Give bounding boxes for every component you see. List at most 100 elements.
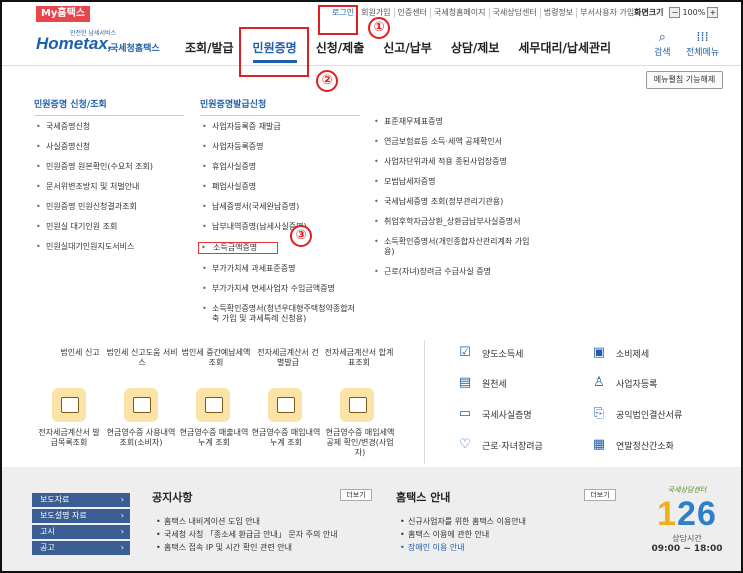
menu-item[interactable]: 문서위변조방지 및 처벌안내 [34, 182, 184, 192]
nav-inquiry[interactable]: 조회/발급 [185, 39, 234, 63]
certificate-icon: ▭ [458, 406, 472, 421]
menu-item[interactable]: 납부내역증명(납세사실증명) [200, 222, 360, 232]
quick-link-public-corp[interactable]: ⎘ 공익법인결산서류 [590, 406, 682, 422]
search-button[interactable]: ⌕ 검색 [654, 30, 671, 58]
menu-item[interactable]: 민원실 대기인원 조회 [34, 222, 184, 232]
search-label: 검색 [654, 48, 671, 58]
menu-item[interactable]: 표준재무제표증명 [372, 117, 532, 127]
nav-report-pay[interactable]: 신고/납부 [383, 39, 432, 63]
menu-item[interactable]: 모범납세자증명 [372, 177, 532, 187]
receipt-icon[interactable] [124, 388, 158, 422]
quick-link-fact-certificate[interactable]: ▭ 국세사실증명 [456, 406, 532, 422]
service-label[interactable]: 법인세 신고 [50, 348, 110, 358]
press-explanation-link[interactable]: 보도설명 자료 [32, 509, 130, 523]
press-release-link[interactable]: 보도자료 [32, 493, 130, 507]
menu-item[interactable]: 납세증명서(국세완납증명) [200, 202, 360, 212]
e-invoice-icon[interactable] [52, 388, 86, 422]
menu-column-issue-more: 표준재무제표증명 연금보험료등 소득·세액 공제확인서 사업자단위과세 적용 종… [372, 117, 532, 287]
notice-more-button[interactable]: 더보기 [340, 489, 372, 501]
receipt-icon[interactable] [340, 388, 374, 422]
press-list: 보도자료 보도설명 자료 고시 공고 [32, 493, 130, 557]
service-label[interactable]: 법인세 중간예납세액 조회 [178, 348, 254, 368]
nav-consult[interactable]: 상담/제보 [451, 39, 500, 63]
service-label[interactable]: 현금영수증 사용내역조회(소비자) [105, 428, 177, 448]
my-hometax-tab[interactable]: My홈택스 [36, 6, 90, 22]
service-label[interactable]: 법인세 신고도움 서비스 [106, 348, 178, 368]
quick-link-withholding[interactable]: ▤ 원천세 [456, 375, 507, 391]
menu-item[interactable]: 휴업사실증명 [200, 162, 360, 172]
quick-link-label: 소비제세 [616, 349, 650, 360]
service-label[interactable]: 전자세금계산서 건별발급 [254, 348, 322, 368]
quick-link-consumption-tax[interactable]: ▣ 소비제세 [590, 345, 649, 361]
law-info-link[interactable]: 법령정보 [541, 8, 578, 18]
annotation-number-2: ② [316, 70, 338, 92]
menu-item[interactable]: 국세증명신청 [34, 122, 184, 132]
quick-link-year-end[interactable]: ▦ 연말정산간소화 [590, 437, 674, 453]
service-label[interactable]: 전자세금계산서 발급목록조회 [36, 428, 102, 448]
column-title: 민원증명 신청/조회 [34, 97, 184, 116]
nav-apply-submit[interactable]: 신청/제출 [316, 39, 365, 63]
menu-item[interactable]: 근로(자녀)장려금 수급사실 증명 [372, 267, 532, 277]
notice-link[interactable]: 고시 [32, 525, 130, 539]
announcement-link[interactable]: 공고 [32, 541, 130, 555]
zoom-value: 100% [682, 8, 706, 17]
person-icon: ♙ [593, 375, 605, 390]
menu-item[interactable]: 민원실대기인원지도서비스 [34, 242, 184, 252]
menu-item[interactable]: 사업자등록증 재발급 [200, 122, 360, 132]
guide-more-button[interactable]: 더보기 [584, 489, 616, 501]
all-menu-button[interactable]: ⁞⁞⁞ 전체메뉴 [686, 30, 719, 58]
screen-size-control: 화면크기 − 100% + [634, 7, 720, 18]
menu-item[interactable]: 소득확인증명서(개인종합자산관리계좌 가입용) [372, 237, 532, 257]
consult-hours: 09:00 ~ 18:00 [651, 544, 723, 554]
notice-item[interactable]: 홈택스 내비게이션 도입 안내 [156, 515, 338, 528]
menu-lock-button[interactable]: 메뉴펼침 기능해제 [646, 71, 723, 89]
consult-center-link[interactable]: 국세상담센터 [490, 8, 541, 18]
zoom-in-button[interactable]: + [707, 7, 719, 18]
guide-item[interactable]: 장애인 이용 안내 [400, 541, 526, 554]
document-icon: ▤ [458, 375, 472, 390]
nts-homepage-link[interactable]: 국세청홈페이지 [431, 8, 490, 18]
quick-link-business-registration[interactable]: ♙ 사업자등록 [590, 375, 657, 391]
guide-item[interactable]: 신규사업자를 위한 홈택스 이용안내 [400, 515, 526, 528]
quick-link-label: 양도소득세 [482, 349, 524, 360]
menu-item[interactable]: 폐업사실증명 [200, 182, 360, 192]
menu-item[interactable]: 민원증명 민원신청결과조회 [34, 202, 184, 212]
menu-item[interactable]: 민원증명 원본확인(수요처 조회) [34, 162, 184, 172]
hometax-logo[interactable]: 안전한 납세서비스 Hometax, 국세청홈택스 [34, 30, 164, 58]
clipboard-icon: ⎘ [593, 406, 605, 421]
quick-link-label: 공익법인결산서류 [616, 410, 683, 421]
guide-box: 홈택스 안내 더보기 신규사업자를 위한 홈택스 이용안내 홈택스 이용에 관한… [396, 489, 616, 554]
guide-item[interactable]: 홈택스 이용에 관한 안내 [400, 528, 526, 541]
notice-item[interactable]: 국세청 사칭 「종소세 환급금 안내」 문자 주의 안내 [156, 528, 338, 541]
quick-link-transfer-tax[interactable]: ☑ 양도소득세 [456, 345, 523, 361]
receipt-icon[interactable] [196, 388, 230, 422]
menu-item[interactable]: 연금보험료등 소득·세액 공제확인서 [372, 137, 532, 147]
receipt-icon[interactable] [268, 388, 302, 422]
consult-number-part: 1 [657, 495, 678, 533]
menu-item-income-certificate[interactable]: 소득금액증명 [198, 242, 278, 254]
menu-item[interactable]: 사실증명신청 [34, 142, 184, 152]
consult-center: 국세상담센터 126 상담시간 09:00 ~ 18:00 [647, 485, 727, 554]
menu-item[interactable]: 사업자등록증명 [200, 142, 360, 152]
consult-center-number: 126 [647, 495, 727, 533]
heart-icon: ♡ [459, 437, 471, 452]
service-label[interactable]: 현금영수증 매입세액공제 확인/변경(사업자) [322, 428, 398, 458]
annotation-box-nav [239, 27, 309, 77]
menu-item[interactable]: 사업자단위과세 적용 종된사업장증명 [372, 157, 532, 167]
menu-item[interactable]: 국세납세증명 조회(정부관리기관용) [372, 197, 532, 207]
menu-item[interactable]: 소득확인증명서(청년우대형주택청약종합저축 가입 및 과세특례 신청용) [200, 304, 360, 324]
menu-item[interactable]: 부가가치세 과세표준증명 [200, 264, 360, 274]
menu-item[interactable]: 취업후학자금상환_상환금납부사실증명서 [372, 217, 532, 227]
search-icon: ⌕ [658, 30, 666, 45]
menu-item[interactable]: 부가가치세 면세사업자 수입금액증명 [200, 284, 360, 294]
nav-tax-agent[interactable]: 세무대리/납세관리 [518, 39, 611, 63]
zoom-out-button[interactable]: − [669, 7, 681, 18]
quick-link-earned-income[interactable]: ♡ 근로·자녀장려금 [456, 437, 543, 453]
service-label[interactable]: 현금영수증 매입내역누계 조회 [250, 428, 322, 448]
service-label[interactable]: 현금영수증 매출내역누계 조회 [178, 428, 250, 448]
cert-center-link[interactable]: 인증센터 [395, 8, 431, 18]
column-title: 민원증명발급신청 [200, 97, 360, 116]
notice-item[interactable]: 홈택스 접속 IP 및 시간 확인 관련 안내 [156, 541, 338, 554]
quick-link-label: 사업자등록 [616, 379, 658, 390]
service-label[interactable]: 전자세금계산서 합계표조회 [324, 348, 394, 368]
